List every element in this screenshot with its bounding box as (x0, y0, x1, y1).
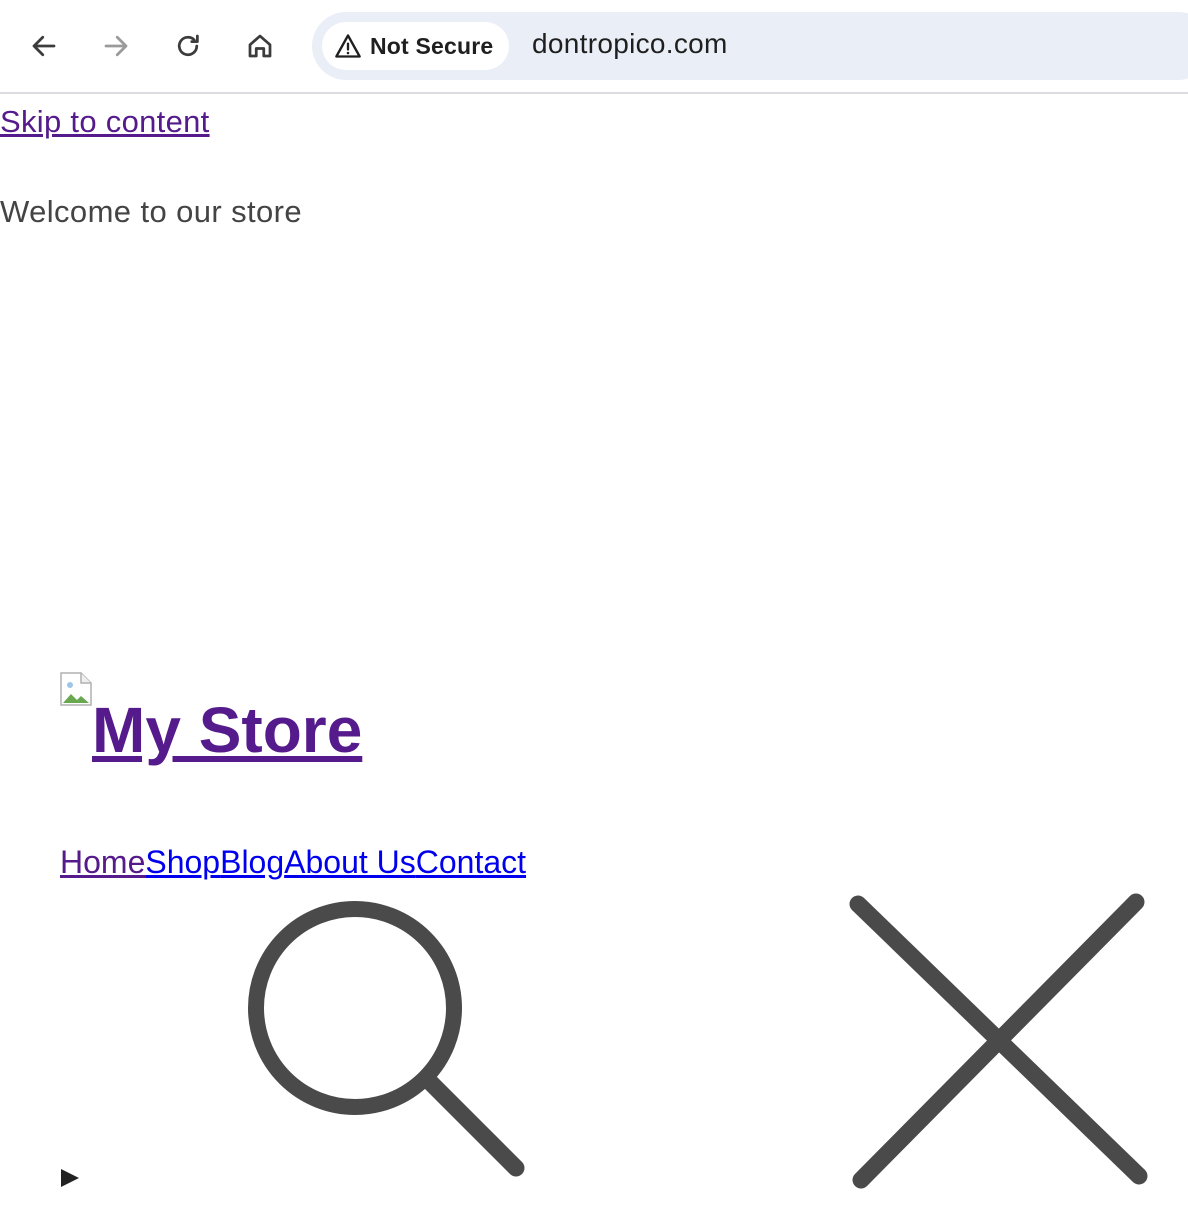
triangle-right-icon (61, 1169, 79, 1187)
details-toggle[interactable] (58, 1166, 82, 1190)
warning-triangle-icon (335, 34, 361, 58)
reload-icon (177, 34, 199, 57)
nav-link-contact[interactable]: Contact (416, 844, 526, 880)
forward-button[interactable] (93, 23, 139, 69)
nav-link-shop[interactable]: Shop (145, 844, 220, 880)
address-bar[interactable]: Not Secure dontropico.com (312, 12, 1188, 80)
broken-image-icon (60, 672, 92, 706)
back-button[interactable] (21, 23, 67, 69)
main-navigation: HomeShopBlogAbout UsContact (60, 840, 526, 884)
skip-to-content-link[interactable]: Skip to content (0, 104, 210, 140)
browser-toolbar: Not Secure dontropico.com (0, 0, 1188, 94)
nav-link-about-us[interactable]: About Us (284, 844, 416, 880)
close-icon (849, 893, 1148, 1189)
url-text[interactable]: dontropico.com (532, 28, 728, 60)
close-button[interactable] (836, 882, 1166, 1202)
arrow-right-icon (104, 35, 128, 57)
nav-link-home[interactable]: Home (60, 844, 145, 880)
site-title-link[interactable]: My Store (92, 692, 362, 768)
home-icon (248, 34, 272, 58)
arrow-left-icon (32, 35, 56, 57)
security-label: Not Secure (370, 32, 494, 59)
home-button[interactable] (237, 23, 283, 69)
reload-button[interactable] (165, 23, 211, 69)
search-icon (248, 901, 525, 1177)
announcement-bar: Welcome to our store (0, 194, 303, 229)
nav-link-blog[interactable]: Blog (220, 844, 284, 880)
search-button[interactable] (240, 894, 540, 1194)
security-indicator[interactable]: Not Secure (322, 22, 510, 70)
